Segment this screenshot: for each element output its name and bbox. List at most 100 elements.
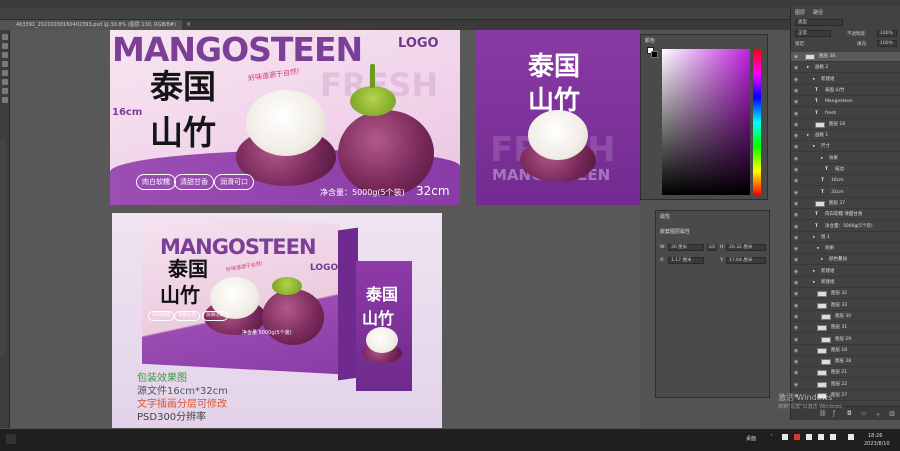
visibility-eye-icon[interactable]: ◉ xyxy=(794,120,798,130)
opacity-field[interactable]: 100% xyxy=(877,30,897,37)
layer-row[interactable]: ◉ 图层 28 xyxy=(791,357,900,368)
blend-mode-select[interactable]: 正常 xyxy=(795,30,831,37)
lasso-tool-icon[interactable] xyxy=(2,52,8,58)
visibility-eye-icon[interactable]: ◉ xyxy=(794,86,798,96)
artboard-1[interactable]: FRESH MANGOSTEEN LOGO 好味道源于自然! 泰国 山竹 16c… xyxy=(110,30,460,205)
visibility-eye-icon[interactable]: ◉ xyxy=(794,357,798,367)
group-folder-icon[interactable]: ▸ xyxy=(813,142,815,152)
group-folder-icon[interactable]: ▸ xyxy=(807,131,809,141)
layer-row[interactable]: ◉ ▸ 新建组 xyxy=(791,278,900,288)
group-folder-icon[interactable]: ▸ xyxy=(813,75,815,85)
layer-row[interactable]: ◉ 图层 38 xyxy=(791,52,900,62)
layer-row[interactable]: ◉ ▸ 新建组 xyxy=(791,267,900,277)
properties-panel-tab[interactable]: 属性 xyxy=(660,213,670,220)
link-dimensions-icon[interactable]: GO xyxy=(707,244,717,251)
visibility-eye-icon[interactable]: ◉ xyxy=(794,323,798,333)
options-bar[interactable] xyxy=(0,8,900,20)
layer-row[interactable]: ◉ ▸ 画板 1 xyxy=(791,131,900,142)
visibility-eye-icon[interactable]: ◉ xyxy=(794,165,798,175)
menu-bar[interactable] xyxy=(0,0,900,8)
wifi-icon[interactable] xyxy=(818,434,824,440)
y-field[interactable]: 17.64 厘米 xyxy=(726,257,766,264)
layer-row[interactable]: ◉ 图层 18 xyxy=(791,120,900,130)
layer-row[interactable]: ◉ 图层 22 xyxy=(791,380,900,390)
crop-tool-icon[interactable] xyxy=(2,61,8,67)
layer-row[interactable]: ◉ ▸ 颜色叠加 xyxy=(791,255,900,266)
layer-row[interactable]: ◉ T Mangosteen xyxy=(791,97,900,108)
hand-tool-icon[interactable] xyxy=(2,97,8,103)
layer-row[interactable]: ◉ ▸ 效果 xyxy=(791,244,900,255)
eraser-tool-icon[interactable] xyxy=(2,79,8,85)
visibility-eye-icon[interactable]: ◉ xyxy=(794,222,798,232)
layer-row[interactable]: ◉ ▸ 效果 xyxy=(791,154,900,164)
visibility-eye-icon[interactable]: ◉ xyxy=(794,210,798,220)
trash-icon[interactable]: ▥ xyxy=(889,410,895,417)
folder-icon[interactable]: ▭ xyxy=(861,410,867,417)
group-folder-icon[interactable]: ▸ xyxy=(807,63,809,73)
group-folder-icon[interactable]: ▸ xyxy=(821,154,823,164)
layer-row[interactable]: ◉ 图层 32 xyxy=(791,289,900,300)
group-folder-icon[interactable]: ▸ xyxy=(817,244,819,254)
color-picker-field[interactable] xyxy=(662,49,750,195)
packaging-mockup[interactable]: MANGOSTEEN LOGO 好味道源于自然! 泰国 山竹 肉白软糯 清甜甘香… xyxy=(112,213,442,428)
clock-date[interactable]: 2023/8/10 xyxy=(864,441,890,447)
visibility-eye-icon[interactable]: ◉ xyxy=(794,335,798,345)
visibility-eye-icon[interactable]: ◉ xyxy=(794,176,798,186)
visibility-eye-icon[interactable]: ◉ xyxy=(794,289,798,299)
chevron-up-icon[interactable]: ˄ xyxy=(770,434,773,441)
visibility-eye-icon[interactable]: ◉ xyxy=(794,97,798,107)
layer-row[interactable]: ◉ 图层 33 xyxy=(791,301,900,311)
layer-row[interactable]: ◉ Tfresh xyxy=(791,109,900,119)
x-field[interactable]: 1.17 厘米 xyxy=(668,257,704,264)
visibility-eye-icon[interactable]: ◉ xyxy=(794,380,798,390)
fx-icon[interactable]: ƒ xyxy=(833,410,835,417)
layer-row[interactable]: ◉ 图层 30 xyxy=(791,312,900,322)
speaker-icon[interactable] xyxy=(830,434,836,440)
visibility-eye-icon[interactable]: ◉ xyxy=(794,199,798,209)
layer-row[interactable]: ◉ ▸ 新建组 xyxy=(791,75,900,85)
layer-row[interactable]: ◉ 图层 31 xyxy=(791,323,900,334)
layer-row[interactable]: ◉ ▸ 尺寸 xyxy=(791,142,900,153)
tab-paths[interactable]: 路径 xyxy=(813,9,823,16)
ime-icon[interactable] xyxy=(848,434,854,440)
visibility-eye-icon[interactable]: ◉ xyxy=(794,131,798,141)
visibility-eye-icon[interactable]: ◉ xyxy=(794,109,798,119)
artboard-2[interactable]: FRESH MANGOSTEEN 泰国 山竹 xyxy=(476,30,640,205)
layer-row[interactable]: ◉ ▸ 画板 2 xyxy=(791,63,900,74)
width-field[interactable]: 30 厘米 xyxy=(668,244,704,251)
visibility-eye-icon[interactable]: ◉ xyxy=(794,312,798,322)
layer-row[interactable]: ◉ 图层 29 xyxy=(791,335,900,345)
visibility-eye-icon[interactable]: ◉ xyxy=(794,255,798,265)
close-icon[interactable]: × xyxy=(186,21,191,28)
volume-icon[interactable] xyxy=(806,434,812,440)
new-layer-icon[interactable]: ＋ xyxy=(875,410,881,419)
visibility-eye-icon[interactable]: ◉ xyxy=(794,188,798,198)
mask-icon[interactable]: ◘ xyxy=(847,410,852,417)
antivirus-icon[interactable] xyxy=(794,434,800,440)
visibility-eye-icon[interactable]: ◉ xyxy=(794,278,798,288)
layer-row[interactable]: ◉ 图层 37 xyxy=(791,199,900,209)
visibility-eye-icon[interactable]: ◉ xyxy=(794,244,798,254)
clock-time[interactable]: 18:26 xyxy=(868,433,882,439)
visibility-eye-icon[interactable]: ◉ xyxy=(794,267,798,277)
layer-row[interactable]: ◉ T 肉白软糯 清甜甘香 xyxy=(791,210,900,221)
layer-row[interactable]: ◉ T 泰国 山竹 xyxy=(791,86,900,96)
visibility-eye-icon[interactable]: ◉ xyxy=(794,52,798,62)
layer-row[interactable]: ◉ T 32cm xyxy=(791,188,900,198)
marquee-tool-icon[interactable] xyxy=(2,43,8,49)
visibility-eye-icon[interactable]: ◉ xyxy=(794,142,798,152)
layer-row[interactable]: ◉ T 净含量：5000g(5个装) xyxy=(791,222,900,232)
document-tab[interactable]: 463391_20210038160402393.psd @ 30.8% (图层… xyxy=(10,20,182,30)
layer-row[interactable]: ◉ 图层 18 xyxy=(791,346,900,356)
layer-filter-input[interactable]: 类型 xyxy=(795,19,843,26)
layer-row[interactable]: ◉ T 描边 xyxy=(791,165,900,175)
type-tool-icon[interactable] xyxy=(2,88,8,94)
layer-row[interactable]: ◉ 图层 21 xyxy=(791,368,900,379)
visibility-eye-icon[interactable]: ◉ xyxy=(794,154,798,164)
height-field[interactable]: 20.32 厘米 xyxy=(726,244,766,251)
group-folder-icon[interactable]: ▸ xyxy=(813,267,815,277)
layer-row[interactable]: ◉ ▸ 组 1 xyxy=(791,233,900,243)
move-tool-icon[interactable] xyxy=(2,34,8,40)
visibility-eye-icon[interactable]: ◉ xyxy=(794,346,798,356)
group-folder-icon[interactable]: ▸ xyxy=(813,233,815,243)
